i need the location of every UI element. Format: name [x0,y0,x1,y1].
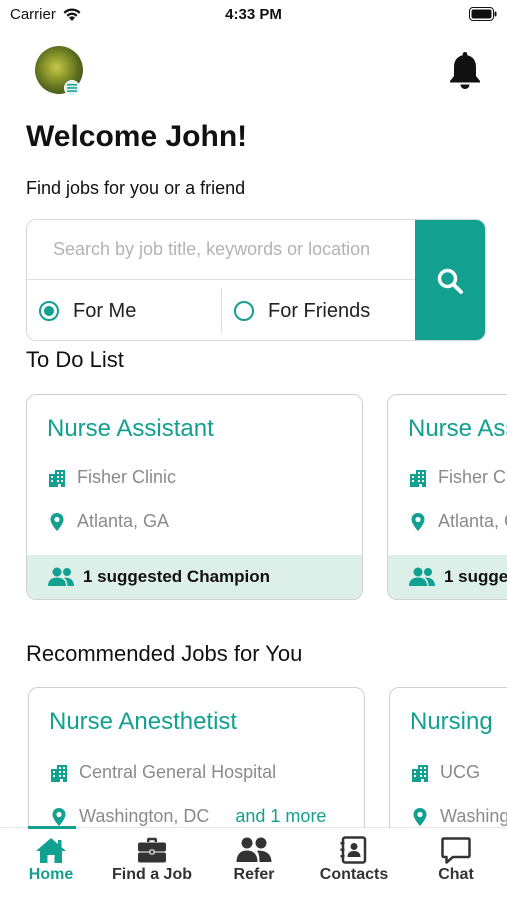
building-icon [49,469,65,487]
todo-card-list: Nurse Assistant Fisher Clinic Atlanta, G… [26,394,507,602]
tab-label: Home [28,866,74,883]
location-pin-icon [52,807,66,826]
location-name: Washington, DC [440,806,507,826]
tab-chat[interactable]: Chat [406,836,506,884]
search-icon [437,268,463,294]
tab-label: Find a Job [112,866,192,883]
status-bar: Carrier 4:33 PM [0,0,507,30]
radio-unselected-icon [234,301,254,321]
tab-label: Chat [438,866,474,883]
champion-count: 1 suggested Champion [444,567,507,586]
company-line: UCG [410,762,480,783]
building-icon [51,764,67,782]
radio-for-friends[interactable]: For Friends [222,280,371,340]
menu-icon[interactable] [64,80,80,96]
briefcase-icon [138,837,166,863]
active-tab-indicator [28,826,76,829]
job-title: Nurse Anesthetist [49,708,238,735]
tab-home[interactable]: Home [1,836,101,884]
location-line: Atlanta, GA [408,511,507,532]
champion-banner: 1 suggested Champion [27,555,362,599]
company-name: Fisher Clinic [438,467,507,487]
job-search-box: For Me For Friends [26,219,486,341]
battery-icon [469,7,497,21]
people-icon [409,567,435,586]
status-time: 4:33 PM [225,6,282,23]
bell-icon[interactable] [447,50,483,90]
more-locations-link[interactable]: and 1 more [235,806,326,827]
chat-icon [441,837,471,864]
location-pin-icon [411,512,425,531]
people-icon [48,567,74,586]
tab-label: Contacts [319,866,389,883]
tab-contacts[interactable]: Contacts [304,836,404,884]
recommended-section-title: Recommended Jobs for You [26,641,303,666]
search-button[interactable] [415,220,485,340]
company-name: Central General Hospital [79,762,277,782]
location-line: Washington, DC and 1 more [49,806,326,827]
radio-for-me[interactable]: For Me [27,288,222,334]
company-name: Fisher Clinic [77,467,177,487]
tab-find-a-job[interactable]: Find a Job [102,836,202,884]
page-title: Welcome John! [26,120,248,153]
location-name: Washington, DC [79,806,210,826]
search-target-radio-group: For Me For Friends [27,280,417,340]
tab-label: Refer [233,866,275,883]
location-name: Atlanta, GA [77,511,170,531]
home-icon [36,838,66,863]
todo-section-title: To Do List [26,347,124,372]
people-icon [236,837,272,862]
location-line: Atlanta, GA [47,511,169,532]
company-line: Fisher Clinic [47,467,176,488]
recommended-job-card[interactable]: Nurse Anesthetist Central General Hospit… [28,687,365,827]
location-name: Atlanta, GA [438,511,507,531]
company-name: UCG [440,762,480,782]
job-title: Nurse Assistant [47,415,214,442]
page-subtitle: Find jobs for you or a friend [26,178,246,198]
champion-count: 1 suggested Champion [83,567,271,586]
location-line: Washington, DC [410,806,507,827]
job-title: Nurse Assistant [408,415,507,442]
company-line: Fisher Clinic [408,467,507,488]
location-pin-icon [413,807,427,826]
tab-refer[interactable]: Refer [204,836,304,884]
building-icon [410,469,426,487]
company-line: Central General Hospital [49,762,276,783]
building-icon [412,764,428,782]
radio-selected-icon [39,301,59,321]
location-pin-icon [50,512,64,531]
radio-label: For Friends [268,299,371,322]
todo-card[interactable]: Nurse Assistant Fisher Clinic Atlanta, G… [387,394,507,600]
contacts-icon [340,836,367,864]
search-input[interactable] [27,220,417,280]
recommended-job-card[interactable]: Nursing UCG Washington, DC [389,687,507,827]
todo-card[interactable]: Nurse Assistant Fisher Clinic Atlanta, G… [26,394,363,600]
radio-label: For Me [73,299,137,322]
job-title: Nursing [410,708,493,735]
champion-banner: 1 suggested Champion [388,555,507,599]
recommended-card-list: Nurse Anesthetist Central General Hospit… [28,687,507,827]
bottom-tab-bar: Home Find a Job Refer Contacts Chat [0,826,507,900]
